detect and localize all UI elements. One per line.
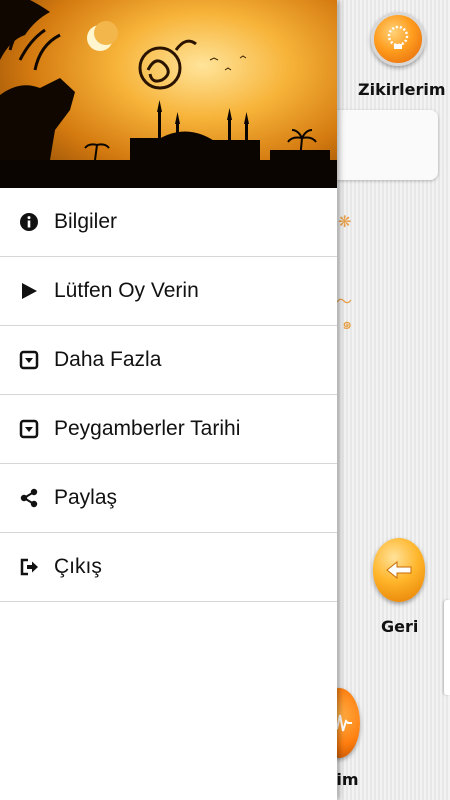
zikirlerim-button[interactable] [371,12,425,66]
drawer-header-image [0,0,337,188]
menu-item-label: Bilgiler [54,210,118,233]
sign-out-icon [18,556,40,578]
play-icon [18,280,40,302]
menu-item-more[interactable]: Daha Fazla [0,326,337,395]
side-tab[interactable] [444,600,450,695]
menu-item-rate[interactable]: Lütfen Oy Verin [0,257,337,326]
menu-item-exit[interactable]: Çıkış [0,533,337,602]
geri-button[interactable] [373,538,425,602]
caret-square-down-icon [18,418,40,440]
arrow-left-icon [373,538,425,602]
menu-item-label: Daha Fazla [54,348,162,371]
menu-item-share[interactable]: Paylaş [0,464,337,533]
menu-item-prophets-history[interactable]: Peygamberler Tarihi [0,395,337,464]
menu-item-label: Paylaş [54,486,118,509]
decorative-swirl: ❋ [338,214,352,231]
caret-square-down-icon [18,349,40,371]
navigation-drawer: Bilgiler Lütfen Oy Verin Daha Fazla Peyg… [0,0,337,800]
menu-item-label: Peygamberler Tarihi [54,417,241,440]
share-icon [18,487,40,509]
menu-item-label: Çıkış [54,555,102,578]
prayer-beads-icon [374,15,422,63]
geri-label: Geri [381,617,419,636]
info-circle-icon [18,211,40,233]
menu-item-label: Lütfen Oy Verin [54,279,199,302]
menu-item-bilgiler[interactable]: Bilgiler [0,188,337,257]
decorative-swirl: ๑ [342,316,353,333]
zikirlerim-label: Zikirlerim [358,80,446,99]
decorative-swirl: 〜 [336,294,353,311]
